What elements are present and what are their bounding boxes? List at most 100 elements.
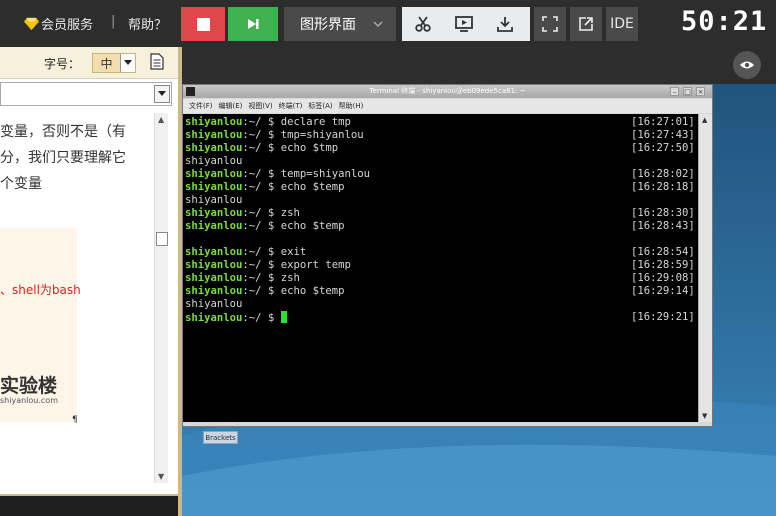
- output-text: shiyanlou: [185, 155, 243, 167]
- prompt-host: shiyanlou: [185, 142, 243, 154]
- terminal-output[interactable]: shiyanlou:~/ $ declare tmp [16:27:01] shiy…: [183, 114, 698, 422]
- menu-terminal[interactable]: 终端(T): [279, 101, 303, 111]
- prompt-suffix: :~/ $: [242, 129, 281, 141]
- terminal-line: shiyanlou: [185, 298, 697, 311]
- paragraph-mark: ¶: [72, 415, 78, 425]
- dropdown-arrow-icon[interactable]: [154, 85, 170, 103]
- menu-tabs[interactable]: 标签(A): [308, 101, 332, 111]
- timestamp: [16:27:01]: [631, 116, 695, 128]
- prompt-suffix: :~/ $: [242, 116, 281, 128]
- terminal-line: shiyanlou:~/ $ temp=shiyanlou [16:28:02]: [185, 168, 697, 181]
- output-text: shiyanlou: [185, 298, 243, 310]
- download-button[interactable]: [484, 7, 525, 41]
- terminal-line: shiyanlou:~/ $ zsh [16:28:30]: [185, 207, 697, 220]
- scrollbar-thumb[interactable]: [156, 232, 168, 246]
- screen-share-button[interactable]: [443, 7, 484, 41]
- timestamp: [16:28:59]: [631, 259, 695, 271]
- command-text: echo $temp: [280, 181, 345, 193]
- ide-label: IDE: [610, 16, 634, 32]
- terminal-line: shiyanlou:~/ $ exit [16:28:54]: [185, 246, 697, 259]
- fullscreen-button[interactable]: [534, 7, 566, 41]
- scroll-down-icon[interactable]: ▼: [702, 412, 707, 420]
- menu-edit[interactable]: 编辑(E): [219, 101, 243, 111]
- prompt-suffix: :~/ $: [242, 220, 281, 232]
- next-step-button[interactable]: [228, 7, 278, 41]
- ide-button[interactable]: IDE: [606, 7, 638, 41]
- command-text: zsh: [280, 272, 300, 284]
- image-caption-text: 、shell为bash: [0, 283, 81, 297]
- separator: |: [111, 14, 116, 29]
- open-external-button[interactable]: [570, 7, 602, 41]
- scroll-up-icon[interactable]: ▲: [158, 115, 164, 124]
- prompt-host: shiyanlou: [185, 181, 243, 193]
- menu-view[interactable]: 视图(V): [248, 101, 272, 111]
- image-logo-url: shiyanlou.com: [0, 396, 58, 405]
- section-select[interactable]: [0, 82, 172, 106]
- minimize-icon[interactable]: –: [670, 87, 679, 96]
- terminal-line: shiyanlou:~/ $ declare tmp [16:27:01]: [185, 116, 697, 129]
- prompt-host: shiyanlou: [185, 168, 243, 180]
- terminal-line: shiyanlou:~/ $ tmp=shiyanlou [16:27:43]: [185, 129, 697, 142]
- prompt-suffix: :~/ $: [242, 142, 281, 154]
- session-timer: 50:21: [681, 6, 768, 37]
- terminal-window[interactable]: Terminal 终端 - shiyanlou@eb09ede5ca81: ~ …: [182, 84, 713, 427]
- terminal-line: shiyanlou: [185, 194, 697, 207]
- scroll-down-icon[interactable]: ▼: [158, 472, 164, 481]
- scroll-up-icon[interactable]: ▲: [702, 116, 707, 124]
- document-icon[interactable]: [150, 53, 164, 70]
- command-text: tmp=shiyanlou: [280, 129, 364, 141]
- command-text: echo $temp: [280, 285, 345, 297]
- prompt-host: shiyanlou: [185, 116, 243, 128]
- desktop-mode-select[interactable]: 图形界面: [284, 7, 396, 41]
- timestamp: [16:28:02]: [631, 168, 695, 180]
- scissors-icon: [414, 16, 431, 32]
- stop-button[interactable]: [181, 7, 225, 41]
- prompt-suffix: :~/ $: [242, 181, 281, 193]
- terminal-titlebar[interactable]: Terminal 终端 - shiyanlou@eb09ede5ca81: ~ …: [183, 85, 712, 98]
- prompt-suffix: :~/ $: [242, 246, 281, 258]
- document-text: 变量，否则不是（有 分，我们只要理解它 个变量: [0, 119, 126, 197]
- timestamp: [16:29:14]: [631, 285, 695, 297]
- font-size-select[interactable]: 中: [92, 53, 136, 73]
- cut-button[interactable]: [402, 7, 443, 41]
- prompt-host: shiyanlou: [185, 259, 243, 271]
- prompt-host: shiyanlou: [185, 129, 243, 141]
- screen-icon: [454, 16, 473, 32]
- view-toggle-button[interactable]: [733, 51, 761, 79]
- command-text: echo $temp: [280, 220, 345, 232]
- prompt-host: shiyanlou: [185, 207, 243, 219]
- terminal-line: shiyanlou:~/ $ echo $temp [16:28:43]: [185, 220, 697, 233]
- help-link[interactable]: 帮助？: [128, 14, 167, 33]
- timestamp: [16:28:54]: [631, 246, 695, 258]
- stop-icon: [196, 17, 210, 31]
- external-link-icon: [579, 17, 593, 31]
- terminal-cursor: [280, 311, 287, 323]
- document-scrollbar[interactable]: ▲ ▼: [154, 113, 168, 483]
- menu-help[interactable]: 帮助(H): [339, 101, 364, 111]
- vip-service-link[interactable]: 会员服务: [24, 14, 93, 33]
- document-panel: 字号： 中 变量，否则不是（有 分，我们只要理解它 个变量 、shell为bas…: [0, 47, 178, 494]
- close-icon[interactable]: ×: [696, 87, 705, 96]
- download-icon: [496, 17, 513, 32]
- prompt-host: shiyanlou: [185, 312, 243, 324]
- font-size-label: 字号：: [44, 57, 81, 71]
- terminal-scrollbar[interactable]: ▲ ▼: [698, 114, 712, 422]
- terminal-line: shiyanlou:~/ $ echo $temp [16:29:14]: [185, 285, 697, 298]
- timestamp: [16:27:43]: [631, 129, 695, 141]
- brackets-desktop-icon[interactable]: Brackets: [203, 431, 238, 444]
- tool-group: [402, 7, 530, 41]
- terminal-line: shiyanlou:~/ $ echo $temp [16:28:18]: [185, 181, 697, 194]
- document-line: 变量，否则不是（有: [0, 124, 126, 140]
- prompt-suffix: :~/ $: [242, 285, 281, 297]
- document-image: 、shell为bash 实验楼 shiyanlou.com: [0, 228, 81, 422]
- top-toolbar: 会员服务 | 帮助？ 图形界面 IDE 50:21: [0, 0, 776, 47]
- maximize-icon[interactable]: □: [683, 87, 692, 96]
- timestamp: [16:28:18]: [631, 181, 695, 193]
- dropdown-arrow-icon: [120, 54, 135, 72]
- document-line: 个变量: [0, 176, 42, 192]
- prompt-host: shiyanlou: [185, 246, 243, 258]
- font-size-value: 中: [100, 56, 113, 71]
- menu-file[interactable]: 文件(F): [189, 101, 213, 111]
- prompt-suffix: :~/ $: [242, 259, 281, 271]
- command-text: exit: [280, 246, 307, 258]
